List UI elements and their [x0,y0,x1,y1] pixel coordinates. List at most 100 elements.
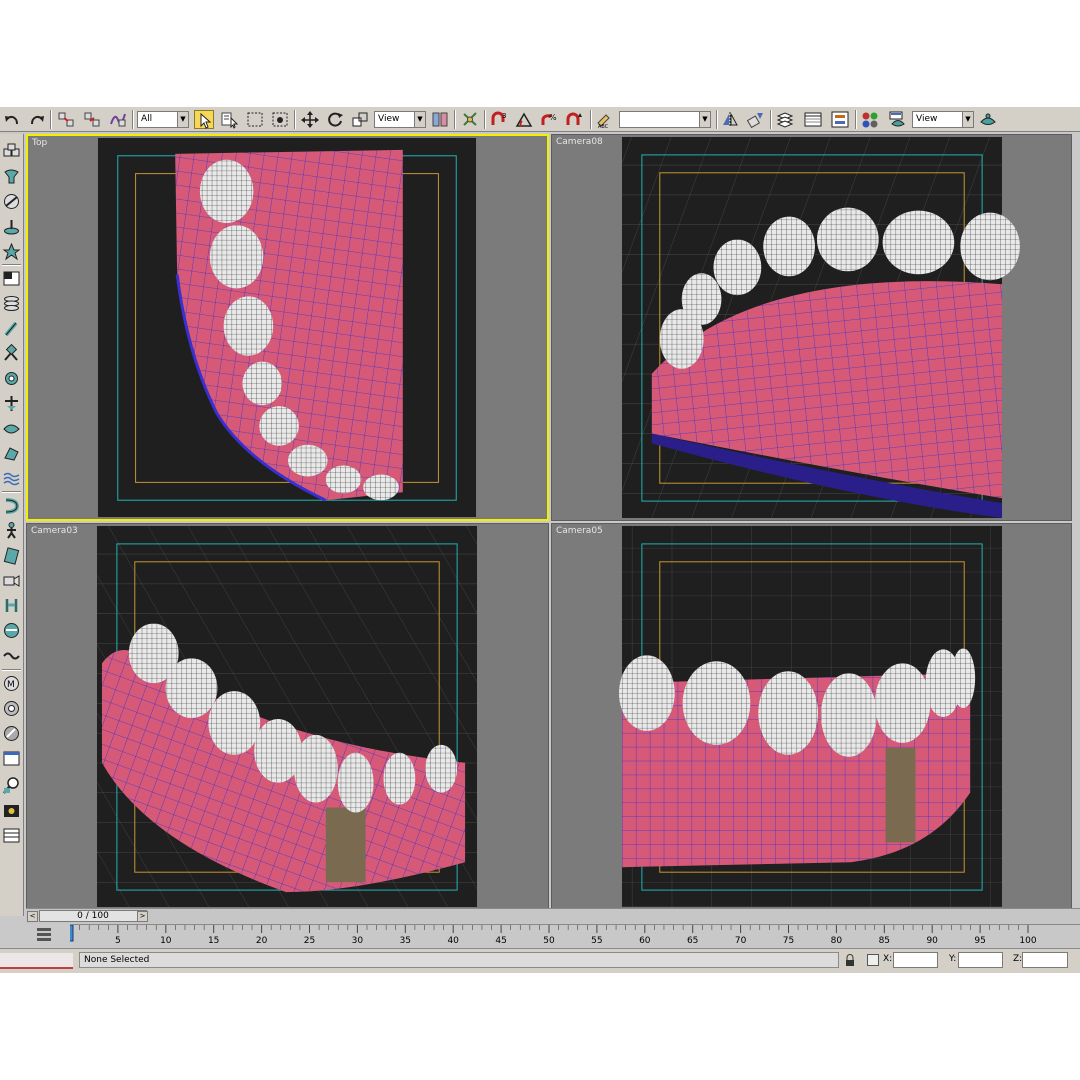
snaps-toggle-icon[interactable]: 3 [489,110,509,129]
render-scene-icon[interactable] [888,110,908,129]
unlink-icon[interactable] [82,110,102,129]
viewport-camera05[interactable]: Camera05 [551,523,1072,910]
reactor-icon[interactable] [2,546,21,565]
materials-icon[interactable] [2,621,21,640]
align-icon[interactable] [745,110,765,129]
compounds-icon[interactable] [2,192,21,211]
lights-icon[interactable] [2,242,21,261]
edit-named-selection-icon[interactable]: ABC [595,110,615,129]
status-bar: None Selected X: Y: Z: [0,948,1080,973]
helpers-icon[interactable] [2,344,21,363]
mesh-edit-icon[interactable] [2,444,21,463]
track-bar[interactable]: 5 10 15 20 25 30 35 40 45 50 55 60 65 70 75 80 85 90 95 100 [70,924,1080,948]
create-box-icon[interactable] [2,142,21,161]
spinner-snap-icon[interactable] [564,110,584,129]
use-pivot-center-icon[interactable] [430,110,450,129]
bind-space-warp-icon[interactable] [108,110,128,129]
svg-text:M: M [7,680,15,690]
select-and-scale-icon[interactable] [350,110,370,129]
quick-render-icon[interactable] [978,110,998,129]
render-frame-icon[interactable] [2,801,21,820]
chevron-down-icon: ▼ [414,112,425,127]
select-and-link-icon[interactable] [56,110,76,129]
previous-frame-button[interactable]: < [27,911,38,922]
chevron-down-icon: ▼ [177,112,188,127]
reference-coordinate-dropdown[interactable]: View ▼ [374,111,426,128]
manipulate-icon[interactable] [460,110,480,129]
x-label: X: [883,954,893,964]
objects-icon[interactable] [2,167,21,186]
viewport-camera08[interactable]: Camera08 [551,134,1072,521]
named-selection-set-dropdown[interactable]: ▼ [619,111,711,128]
nurbs-icon[interactable] [2,294,21,313]
percent-snap-icon[interactable]: % [539,110,559,129]
viewport-top[interactable]: Top [26,134,549,521]
track-label: 5 [115,936,121,946]
redo-icon[interactable] [26,110,46,129]
viewport-camera03[interactable]: Camera03 [26,523,549,910]
mapping-icon[interactable] [2,724,21,743]
mirror-icon[interactable] [720,110,740,129]
absolute-mode-toggle-icon[interactable] [867,954,879,966]
utilities-icon[interactable] [2,749,21,768]
track-label: 15 [207,936,220,946]
material-editor-icon[interactable] [860,110,880,129]
schematic-view-icon[interactable] [830,110,850,129]
track-label: 10 [160,936,172,946]
time-slider-thumb[interactable]: 0 / 100 [39,910,147,922]
rectangular-selection-icon[interactable] [245,110,265,129]
select-and-rotate-icon[interactable] [325,110,345,129]
trackbar-curve-icon[interactable] [36,926,52,944]
select-object-icon[interactable] [194,110,214,129]
particles-icon[interactable] [2,217,21,236]
selection-filter-dropdown[interactable]: All ▼ [137,111,189,128]
render-icon[interactable]: M [2,674,21,693]
track-label: 25 [303,936,316,946]
max-application: All ▼ View ▼ 3 % ABC ▼ View ▼ M Top Came… [0,106,1080,973]
maxscript-listener[interactable] [0,953,73,969]
batch-render-icon[interactable] [2,826,21,845]
patch-grids-icon[interactable] [2,269,21,288]
render-type-dropdown[interactable]: View ▼ [912,111,974,128]
angle-snap-icon[interactable] [514,110,534,129]
deform-icon[interactable] [2,496,21,515]
uv-icon[interactable] [2,469,21,488]
y-coordinate-field[interactable] [958,952,1003,968]
x-coordinate-field[interactable] [893,952,938,968]
main-toolbar: All ▼ View ▼ 3 % ABC ▼ View ▼ [0,106,1080,132]
track-label: 30 [351,936,364,946]
window-crossing-icon[interactable] [270,110,290,129]
track-label: 40 [447,936,459,946]
select-by-name-icon[interactable] [219,110,239,129]
surface-icon[interactable] [2,419,21,438]
current-frame-marker[interactable] [70,925,74,942]
select-and-move-icon[interactable] [300,110,320,129]
time-slider[interactable]: < 0 / 100 > [26,908,1080,924]
character-icon[interactable] [2,521,21,540]
track-label: 55 [591,936,603,946]
curve-editor-icon[interactable] [803,110,823,129]
cameras-icon[interactable] [2,571,21,590]
viewport-label: Top [32,138,48,148]
chevron-down-icon: ▼ [962,112,973,127]
reference-coordinate-value: View [378,114,400,124]
track-label: 80 [830,936,843,946]
modifiers-icon[interactable] [2,369,21,388]
layer-manager-icon[interactable] [775,110,795,129]
z-coordinate-field[interactable] [1022,952,1068,968]
effects-icon[interactable] [2,699,21,718]
track-label: 85 [878,936,891,946]
selection-status: None Selected [79,952,839,968]
zoom-icon[interactable] [2,776,21,795]
maps-icon[interactable] [2,646,21,665]
dynamics-icon[interactable] [2,319,21,338]
lock-selection-icon[interactable] [845,954,855,966]
undo-icon[interactable] [3,110,23,129]
chevron-down-icon: ▼ [699,112,710,127]
svg-text:ABC: ABC [598,124,609,129]
viewport-label: Camera08 [556,137,603,147]
camera05-scene [619,525,1003,908]
morph-icon[interactable] [2,596,21,615]
next-frame-button[interactable]: > [137,911,148,922]
space-warps-icon[interactable] [2,394,21,413]
